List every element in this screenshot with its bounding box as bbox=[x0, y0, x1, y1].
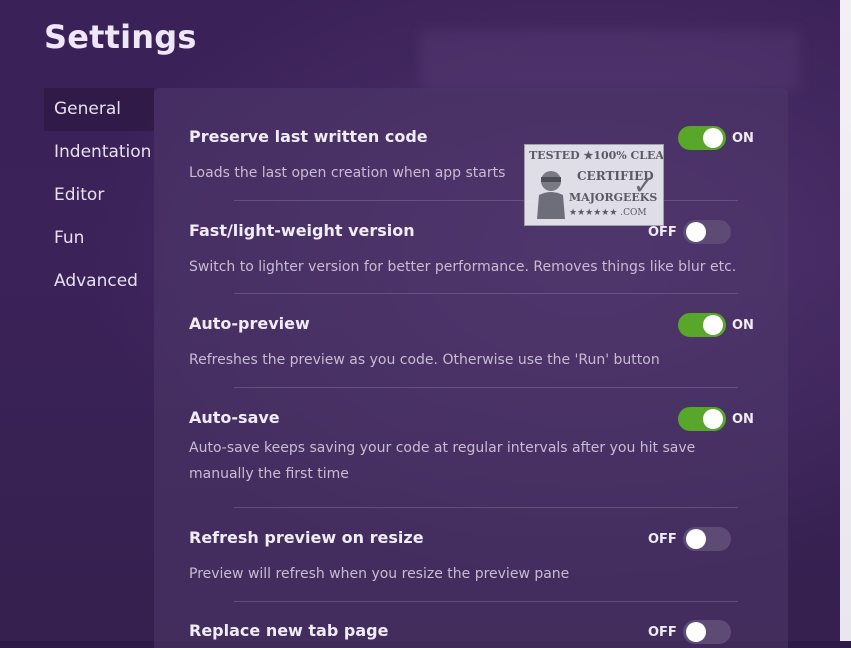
toggle-knob bbox=[703, 315, 723, 335]
page-title: Settings bbox=[44, 18, 197, 56]
toggle-knob bbox=[703, 128, 723, 148]
divider bbox=[234, 387, 738, 388]
sidebar-item-general[interactable]: General bbox=[44, 88, 154, 131]
toggle-knob bbox=[685, 622, 706, 642]
settings-sidebar: General Indentation Editor Fun Advanced bbox=[44, 88, 156, 303]
divider bbox=[234, 601, 738, 602]
window-edge bbox=[840, 0, 851, 641]
toggle-knob bbox=[703, 409, 723, 429]
toggle-state-label: ON bbox=[732, 411, 754, 427]
auto-save-toggle-group: ON bbox=[678, 407, 754, 431]
divider bbox=[234, 293, 738, 294]
sidebar-item-editor[interactable]: Editor bbox=[44, 174, 156, 217]
toggle-state-label: OFF bbox=[648, 624, 677, 640]
setting-description: Switch to lighter version for better per… bbox=[189, 259, 737, 275]
toggle-state-label: ON bbox=[732, 130, 754, 146]
setting-description: Auto-save keeps saving your code at regu… bbox=[189, 440, 696, 482]
replace-new-tab-toggle-group: OFF bbox=[648, 620, 731, 644]
mascot-icon bbox=[537, 171, 565, 219]
setting-auto-preview: Auto-preview Refreshes the preview as yo… bbox=[189, 314, 739, 373]
majorgeeks-watermark: TESTED ★100% CLEAN CERTIFIED ✓ MAJORGEEK… bbox=[524, 144, 664, 226]
sidebar-item-indentation[interactable]: Indentation bbox=[44, 131, 156, 174]
toggle-knob bbox=[685, 529, 706, 549]
toggle-state-label: OFF bbox=[648, 531, 677, 547]
toggle-knob bbox=[685, 222, 706, 242]
watermark-stars-text: ★★★★★★ .COM bbox=[569, 208, 647, 218]
replace-new-tab-toggle[interactable] bbox=[682, 620, 731, 644]
toggle-state-label: OFF bbox=[648, 224, 677, 240]
setting-description: Preview will refresh when you resize the… bbox=[189, 566, 570, 582]
light-weight-toggle[interactable] bbox=[682, 220, 731, 244]
toggle-state-label: ON bbox=[732, 317, 754, 333]
divider bbox=[234, 507, 738, 508]
preserve-code-toggle[interactable] bbox=[678, 126, 726, 150]
auto-preview-toggle[interactable] bbox=[678, 313, 726, 337]
setting-auto-save: Auto-save Auto-save keeps saving your co… bbox=[189, 408, 739, 487]
auto-preview-toggle-group: ON bbox=[678, 313, 754, 337]
setting-title: Auto-preview bbox=[189, 314, 310, 333]
setting-title: Auto-save bbox=[189, 408, 280, 427]
watermark-bottom-text: MAJORGEEKS bbox=[569, 191, 658, 204]
sidebar-item-advanced[interactable]: Advanced bbox=[44, 260, 156, 303]
watermark-top-text: TESTED ★100% CLEAN bbox=[529, 149, 664, 162]
auto-save-toggle[interactable] bbox=[678, 407, 726, 431]
refresh-preview-toggle[interactable] bbox=[682, 527, 731, 551]
refresh-preview-toggle-group: OFF bbox=[648, 527, 731, 551]
sidebar-item-fun[interactable]: Fun bbox=[44, 217, 156, 260]
setting-description: Refreshes the preview as you code. Other… bbox=[189, 352, 660, 368]
preserve-code-toggle-group: ON bbox=[678, 126, 754, 150]
